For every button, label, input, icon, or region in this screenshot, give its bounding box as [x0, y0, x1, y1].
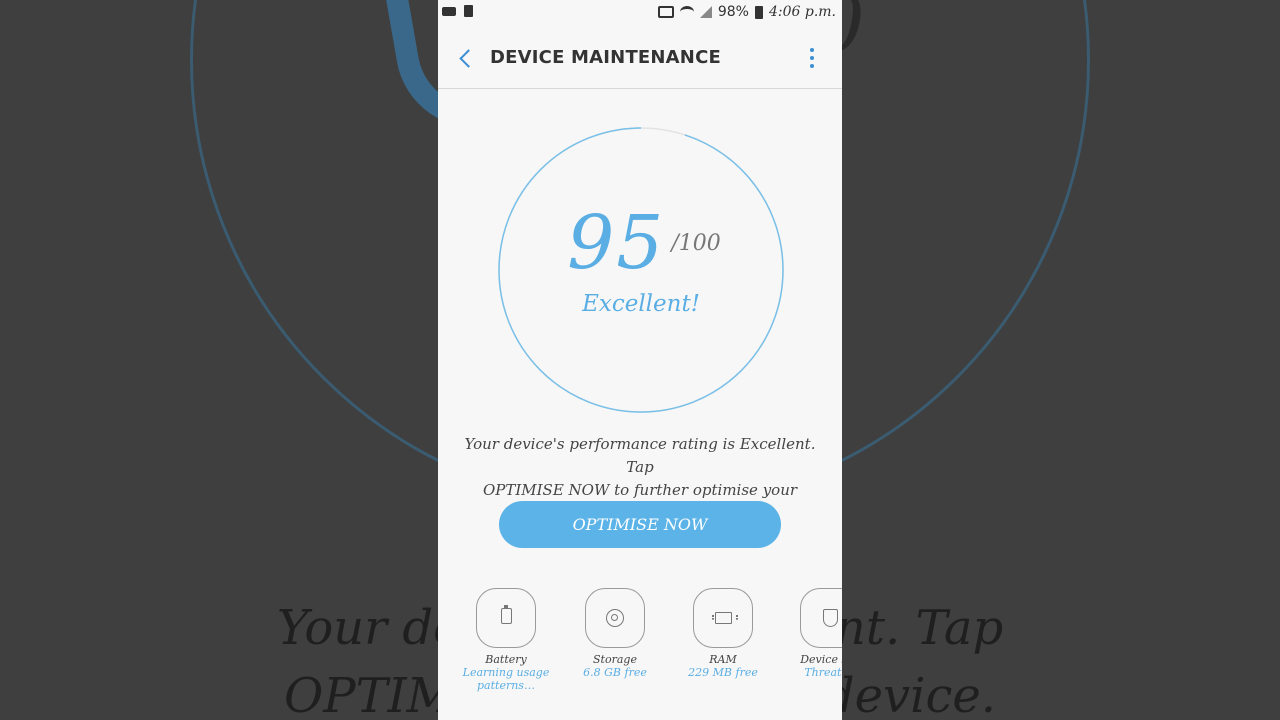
score-max: /100: [671, 231, 721, 256]
battery-icon: [754, 5, 763, 19]
category-battery[interactable]: Battery Learning usage patterns…: [451, 588, 561, 692]
status-bar: 98% 4:06 p.m.: [438, 0, 842, 26]
app-bar: DEVICE MAINTENANCE: [438, 30, 842, 89]
score-gauge: 95/100 Excellent!: [496, 125, 786, 415]
battery-tile[interactable]: [476, 588, 536, 648]
score-value: 95: [567, 200, 666, 286]
category-row: Battery Learning usage patterns… Storage…: [438, 588, 842, 720]
battery-icon: [501, 605, 512, 624]
category-device-security[interactable]: Device sec Threat fo: [775, 588, 842, 679]
category-name: Storage: [593, 653, 637, 666]
category-name: Device sec: [800, 653, 842, 666]
ram-chip-icon: [712, 612, 738, 624]
category-status: Threat fo: [804, 666, 842, 679]
storage-tile[interactable]: [585, 588, 645, 648]
screenshot-icon: [464, 5, 473, 17]
category-status: Learning usage: [462, 666, 550, 679]
category-status: 6.8 GB free: [583, 666, 647, 679]
device-maintenance-screen: 98% 4:06 p.m. DEVICE MAINTENANCE 95/100 …: [438, 0, 842, 720]
storage-icon: [606, 609, 624, 627]
security-tile[interactable]: [800, 588, 842, 648]
wifi-icon: [679, 6, 694, 18]
battery-percent: 98%: [717, 4, 749, 20]
more-options-icon[interactable]: [806, 48, 818, 70]
cast-icon: [657, 6, 674, 18]
category-name: RAM: [709, 653, 737, 666]
category-status-cont: patterns…: [477, 679, 535, 692]
score-rating: Excellent!: [582, 291, 700, 317]
shield-icon: [823, 609, 838, 627]
signal-icon: [699, 6, 712, 18]
score-display: 95/100: [496, 203, 786, 283]
page-title: DEVICE MAINTENANCE: [490, 47, 721, 68]
ram-tile[interactable]: [693, 588, 753, 648]
category-ram[interactable]: RAM 229 MB free: [668, 588, 778, 679]
category-name: Battery: [485, 653, 527, 666]
category-status: 229 MB free: [688, 666, 758, 679]
clock: 4:06 p.m.: [768, 4, 836, 20]
description-line1: Your device's performance rating is Exce…: [464, 435, 816, 476]
video-camera-icon: [442, 7, 456, 16]
back-arrow-icon[interactable]: [456, 44, 480, 74]
optimise-now-button[interactable]: OPTIMISE NOW: [499, 501, 781, 548]
category-storage[interactable]: Storage 6.8 GB free: [560, 588, 670, 679]
